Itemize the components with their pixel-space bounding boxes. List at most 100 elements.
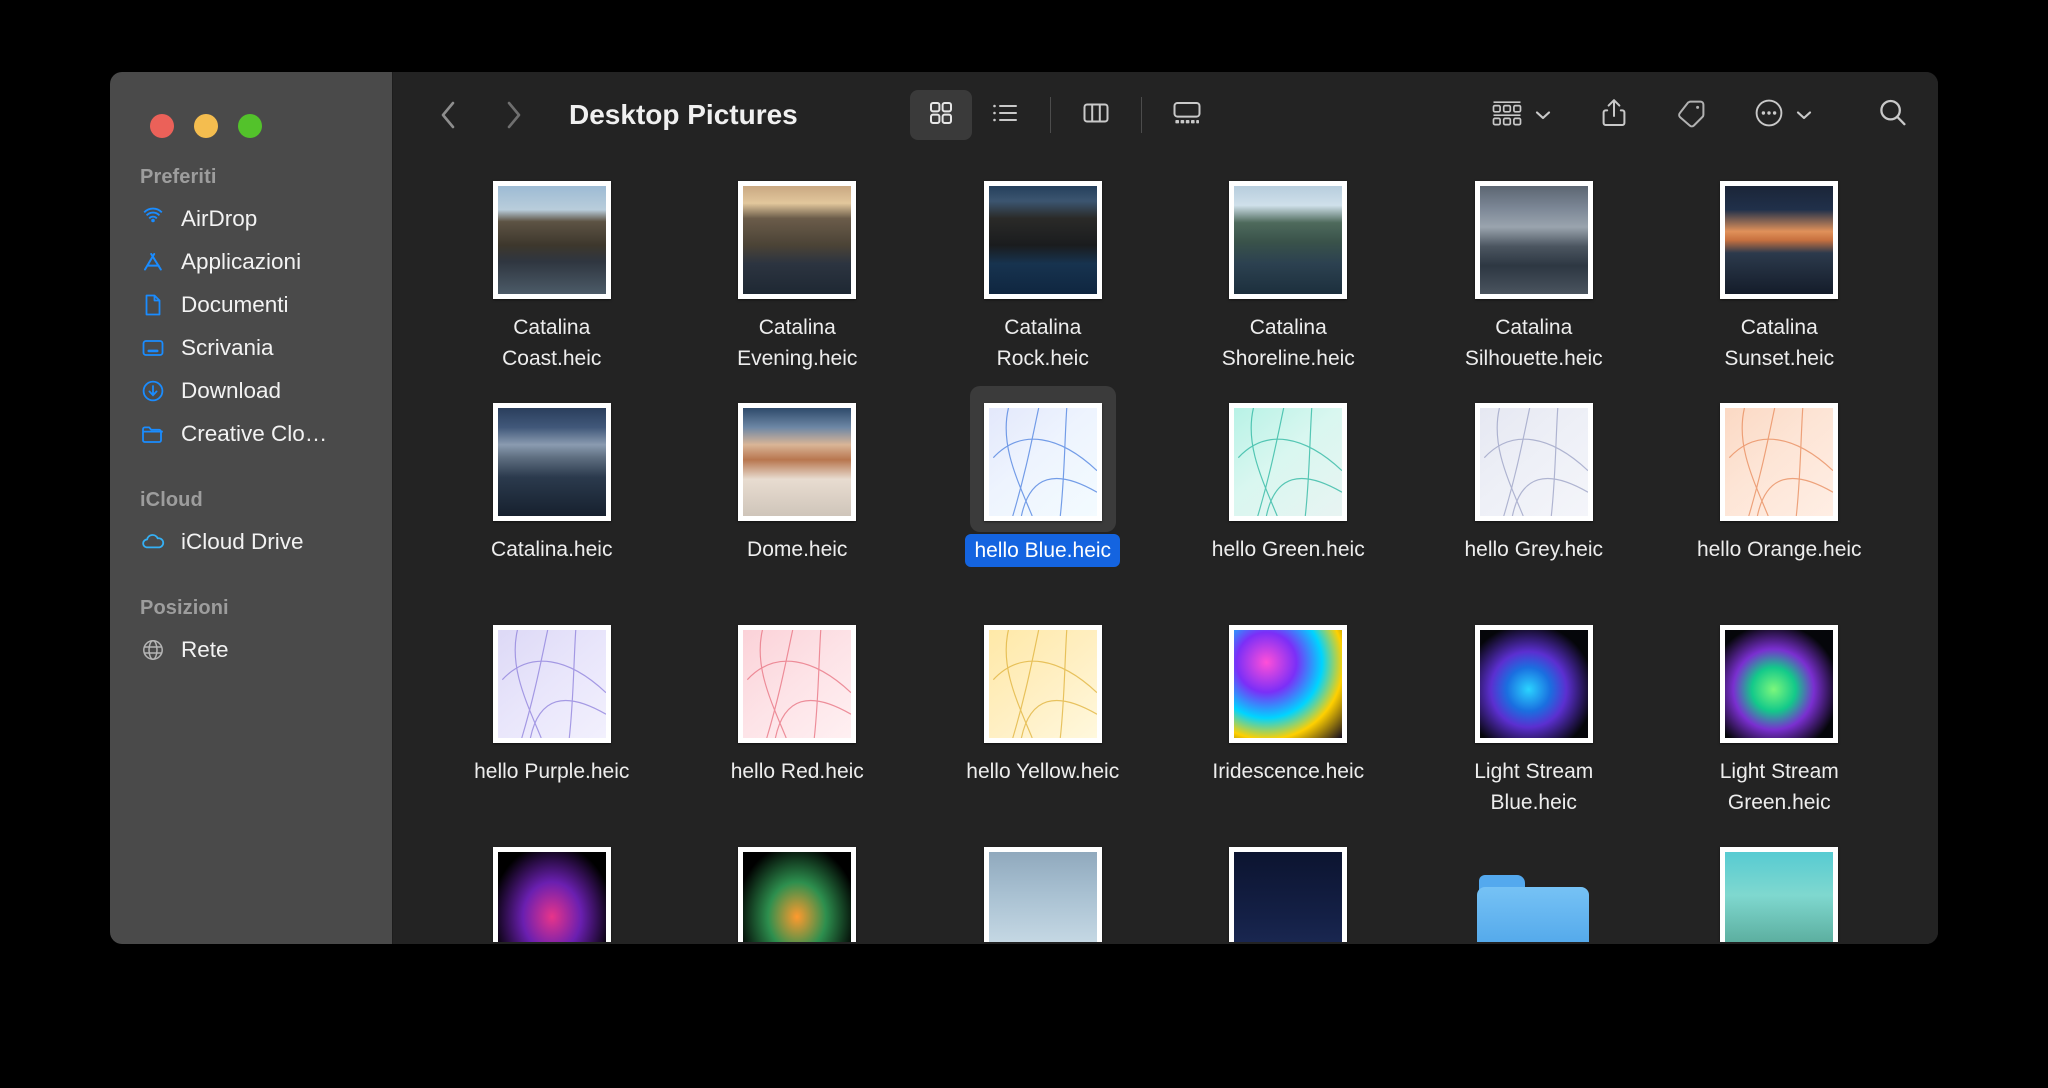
sidebar-item-airdrop[interactable]: AirDrop — [110, 197, 392, 240]
file-item[interactable]: hello Green.heic — [1166, 380, 1412, 602]
file-thumbnail — [983, 625, 1102, 743]
file-grid: Succulents.heicRocks.heicEdge.heicClouds… — [393, 158, 1938, 944]
back-button[interactable] — [429, 95, 469, 135]
file-item[interactable]: Catalina Coast.heic — [429, 158, 675, 380]
file-item[interactable]: Iridescence.heic — [1166, 602, 1412, 824]
file-thumbnail — [738, 625, 857, 743]
file-thumbnail — [1474, 181, 1593, 299]
file-name: Catalina Coast.heic — [502, 316, 602, 370]
list-icon — [990, 99, 1020, 132]
file-thumbnail — [492, 847, 611, 944]
main-area: Desktop Pictures Catalina Coast.heic Cat… — [393, 72, 1938, 944]
file-name: Catalina Evening.heic — [737, 316, 858, 370]
toolbar-divider — [1140, 97, 1142, 133]
close-button[interactable] — [150, 114, 174, 138]
file-item[interactable]: Catalina.heic — [429, 380, 675, 602]
cloud-icon — [140, 529, 166, 555]
sidebar-item-label: Rete — [181, 636, 229, 662]
file-thumbnail — [1720, 403, 1839, 521]
sidebar-item-icloud-drive[interactable]: iCloud Drive — [110, 520, 392, 563]
file-item[interactable] — [675, 824, 921, 944]
file-grid-container[interactable]: Succulents.heicRocks.heicEdge.heicClouds… — [393, 158, 1938, 944]
file-thumbnail — [1229, 847, 1348, 944]
file-item[interactable]: Catalina Rock.heic — [920, 158, 1166, 380]
tag-icon — [1675, 98, 1707, 133]
file-thumbnail — [1720, 847, 1839, 944]
gallery-icon — [1171, 99, 1203, 132]
column-view-button[interactable] — [1065, 90, 1127, 140]
sidebar-item-label: Scrivania — [181, 334, 274, 360]
sidebar-item-download[interactable]: Download — [110, 369, 392, 412]
file-name: hello Green.heic — [1211, 538, 1365, 561]
view-mode-group — [909, 90, 1218, 140]
search-button[interactable] — [1876, 96, 1910, 135]
page-title: Desktop Pictures — [569, 99, 798, 130]
toolbar-right-group — [1482, 90, 1916, 140]
file-item[interactable]: hello Red.heic — [675, 602, 921, 824]
file-item[interactable]: Catalina Evening.heic — [675, 158, 921, 380]
downloads-icon — [140, 378, 166, 404]
file-name: hello Yellow.heic — [966, 760, 1120, 783]
file-thumbnail — [1229, 181, 1348, 299]
file-item[interactable]: hello Yellow.heic — [920, 602, 1166, 824]
file-item[interactable]: Dome.heic — [675, 380, 921, 602]
sidebar-section-posizioni: Posizioni Rete — [110, 597, 392, 671]
toolbar: Desktop Pictures — [393, 72, 1938, 158]
icon-view-button[interactable] — [909, 90, 972, 140]
sidebar-item-label: iCloud Drive — [181, 528, 304, 554]
file-thumbnail — [983, 847, 1102, 944]
file-item[interactable] — [429, 824, 675, 944]
more-ellipsis-icon — [1753, 97, 1785, 134]
sidebar-item-applicazioni[interactable]: Applicazioni — [110, 240, 392, 283]
nav-buttons — [429, 95, 533, 135]
file-thumbnail — [1229, 625, 1348, 743]
file-thumbnail — [1474, 625, 1593, 743]
search-icon — [1876, 96, 1910, 135]
file-item[interactable]: hello Orange.heic — [1657, 380, 1903, 602]
list-view-button[interactable] — [974, 90, 1036, 140]
sidebar-item-documenti[interactable]: Documenti — [110, 283, 392, 326]
file-item[interactable]: Light Stream Green.heic — [1657, 602, 1903, 824]
file-name: Catalina Rock.heic — [996, 316, 1089, 370]
file-thumbnail — [492, 181, 611, 299]
tags-button[interactable] — [1667, 90, 1715, 140]
zoom-button[interactable] — [238, 114, 262, 138]
file-item[interactable]: Catalina Sunset.heic — [1657, 158, 1903, 380]
sidebar-item-creative-cloud[interactable]: Creative Clo… — [110, 412, 392, 455]
more-options-button[interactable] — [1745, 90, 1822, 140]
gallery-view-button[interactable] — [1156, 90, 1218, 140]
file-item[interactable] — [1166, 824, 1412, 944]
file-item[interactable] — [1657, 824, 1903, 944]
file-thumbnail — [1474, 403, 1593, 521]
file-item[interactable]: Catalina Silhouette.heic — [1411, 158, 1657, 380]
sidebar-item-label: Documenti — [181, 291, 289, 317]
file-item[interactable]: hello Blue.heic — [920, 380, 1166, 602]
file-item[interactable]: Light Stream Blue.heic — [1411, 602, 1657, 824]
chevron-down-icon — [1533, 108, 1553, 122]
group-by-icon — [1490, 98, 1524, 133]
share-button[interactable] — [1591, 90, 1637, 140]
file-name: Light Stream Blue.heic — [1474, 760, 1594, 814]
sidebar: Preferiti AirDrop Applicazioni Documenti… — [110, 72, 393, 944]
file-item[interactable]: hello Purple.heic — [429, 602, 675, 824]
file-item[interactable] — [1411, 824, 1657, 944]
desktop-icon — [140, 335, 166, 361]
file-thumbnail — [738, 403, 857, 521]
applications-icon — [140, 249, 166, 275]
file-item[interactable]: Catalina Shoreline.heic — [1166, 158, 1412, 380]
file-name: Light Stream Green.heic — [1719, 760, 1839, 814]
file-name: hello Red.heic — [730, 760, 864, 783]
file-name: Catalina Silhouette.heic — [1464, 316, 1603, 370]
sidebar-item-label: Download — [181, 377, 282, 403]
airdrop-icon — [140, 206, 166, 232]
columns-icon — [1081, 99, 1111, 132]
file-name: hello Purple.heic — [474, 760, 630, 783]
forward-button[interactable] — [493, 95, 533, 135]
group-by-button[interactable] — [1482, 90, 1561, 140]
sidebar-item-rete[interactable]: Rete — [110, 628, 392, 671]
file-item[interactable] — [920, 824, 1166, 944]
sidebar-item-scrivania[interactable]: Scrivania — [110, 326, 392, 369]
traffic-lights — [110, 84, 392, 138]
minimize-button[interactable] — [194, 114, 218, 138]
file-item[interactable]: hello Grey.heic — [1411, 380, 1657, 602]
